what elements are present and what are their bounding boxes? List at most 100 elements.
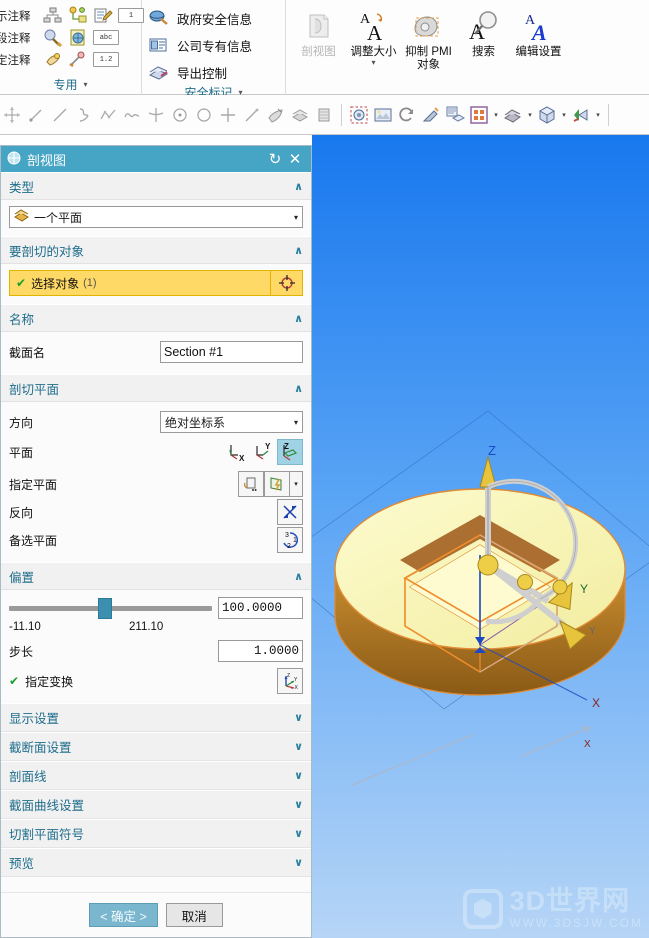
section-header-objects[interactable]: 要剖切的对象 ∧ (1, 236, 311, 264)
section-header-hatch[interactable]: 剖面线 ∨ (1, 761, 311, 790)
datum-plane-icon[interactable] (312, 103, 336, 127)
note-style-box[interactable]: abc (93, 30, 119, 45)
type-combobox[interactable]: 一个平面 ▾ (9, 206, 303, 228)
ribbon-button-suppress-pmi[interactable]: 抑制 PMI 对象 (402, 4, 455, 72)
select-object-target-icon[interactable] (271, 270, 303, 296)
chevron-down-icon[interactable]: ∨ (294, 711, 303, 724)
polyline-icon[interactable] (96, 103, 120, 127)
chevron-down-icon[interactable]: ∨ (294, 740, 303, 753)
chevron-down-icon[interactable]: ▾ (491, 111, 501, 119)
chevron-up-icon[interactable]: ∧ (294, 180, 303, 193)
section-view-icon[interactable] (347, 103, 371, 127)
chevron-up-icon[interactable]: ∧ (294, 244, 303, 257)
image-plane-icon[interactable] (371, 103, 395, 127)
surface-icon[interactable] (288, 103, 312, 127)
ribbon-row[interactable]: 示注释 1 (0, 5, 144, 26)
offset-value-input[interactable]: 100.0000 (218, 597, 303, 619)
slider-knob[interactable] (98, 597, 113, 619)
org-chart-icon[interactable] (43, 6, 63, 25)
select-objects-field[interactable]: ✔ 选择对象 (1) (9, 270, 271, 296)
chevron-up-icon[interactable]: ∧ (294, 382, 303, 395)
shade-style-icon[interactable] (501, 103, 525, 127)
hand-note-icon[interactable] (43, 50, 63, 69)
chevron-down-icon[interactable]: ∨ (294, 827, 303, 840)
section-header-preview[interactable]: 预览 ∨ (1, 848, 311, 877)
chevron-down-icon[interactable]: ▾ (290, 418, 298, 427)
graphics-viewport[interactable]: Z Y X X Y 3D世界网 WWW.3DSJW.COM (312, 135, 649, 938)
edit-curve-icon[interactable] (240, 103, 264, 127)
globe-note-icon[interactable] (68, 28, 88, 47)
chevron-up-icon[interactable]: ∧ (294, 570, 303, 583)
ribbon-button-edit-settings[interactable]: AA 编辑设置 (512, 4, 565, 59)
note-style-box[interactable]: 1.2 (93, 52, 119, 67)
csys-triad-icon[interactable]: ZYX (277, 668, 303, 694)
cross-point-icon[interactable] (216, 103, 240, 127)
chevron-down-icon[interactable]: ▾ (84, 80, 88, 89)
ribbon-group-footer[interactable]: 专用 ▾ (0, 73, 141, 95)
circle-icon[interactable] (192, 103, 216, 127)
section-name-input[interactable]: Section #1 (160, 341, 303, 363)
ribbon-button-search[interactable]: A 搜索 (457, 4, 510, 59)
chevron-down-icon[interactable]: ▾ (525, 111, 535, 119)
plane-x-icon[interactable]: X (225, 439, 251, 465)
view-orientation-icon[interactable] (535, 103, 559, 127)
section-header-cap-settings[interactable]: 截断面设置 ∨ (1, 732, 311, 761)
step-value-input[interactable]: 1.0000 (218, 640, 303, 662)
sketch-icon[interactable] (264, 103, 288, 127)
chevron-down-icon[interactable]: ▾ (290, 471, 303, 497)
specify-transform-row[interactable]: ✔ 指定变换 (9, 673, 277, 690)
chevron-down-icon[interactable]: ∨ (294, 856, 303, 869)
section-header-offset[interactable]: 偏置 ∧ (1, 562, 311, 590)
arc-tangent-icon[interactable] (144, 103, 168, 127)
ribbon-button-resize-text[interactable]: AA 调整大小 ▾ (347, 4, 400, 67)
chevron-up-icon[interactable]: ∧ (294, 312, 303, 325)
chevron-down-icon[interactable]: ∨ (294, 798, 303, 811)
ribbon-row[interactable]: 定注释 1.2 (0, 49, 144, 70)
node-link-icon[interactable] (68, 6, 88, 25)
balloon-icon[interactable] (43, 28, 63, 48)
point-icon[interactable] (24, 103, 48, 127)
section-header-display-settings[interactable]: 显示设置 ∨ (1, 703, 311, 732)
render-style-icon[interactable] (569, 103, 593, 127)
display-grid-icon[interactable] (467, 103, 491, 127)
circle-center-icon[interactable] (168, 103, 192, 127)
note-style-box[interactable]: 1 (118, 8, 144, 23)
direction-combobox[interactable]: 绝对坐标系 ▾ (160, 411, 303, 433)
chevron-down-icon[interactable]: ∨ (294, 769, 303, 782)
line-icon[interactable] (48, 103, 72, 127)
section-header-cut-plane-symbol[interactable]: 切割平面符号 ∨ (1, 819, 311, 848)
ribbon-button-section-view[interactable]: 剖视图 (292, 4, 345, 59)
chevron-down-icon[interactable]: ▾ (371, 59, 375, 67)
close-icon[interactable]: ✕ (285, 150, 305, 168)
offset-slider[interactable] (9, 597, 212, 619)
reset-icon[interactable]: ↻ (265, 150, 285, 168)
chevron-down-icon[interactable]: ▾ (290, 213, 298, 222)
plane-z-icon[interactable]: Z (277, 439, 303, 465)
plane-construct-icon[interactable] (264, 471, 290, 497)
ok-button[interactable]: < 确定 > (89, 903, 158, 927)
ribbon-item-export-control[interactable]: 导出控制 (148, 60, 252, 84)
chevron-down-icon[interactable]: ▾ (559, 111, 569, 119)
ribbon-item-gov-security[interactable]: 政府安全信息 (148, 6, 252, 30)
dialog-title-bar[interactable]: 剖视图 ↻ ✕ (1, 146, 311, 172)
reverse-direction-icon[interactable] (277, 499, 303, 525)
plane-y-icon[interactable]: Y (251, 439, 277, 465)
chevron-down-icon[interactable]: ▾ (593, 111, 603, 119)
ribbon-item-company-proprietary[interactable]: 公司专有信息 (148, 33, 252, 57)
layer-settings-icon[interactable] (443, 103, 467, 127)
section-header-cut-plane[interactable]: 剖切平面 ∧ (1, 374, 311, 402)
paint-object-icon[interactable] (419, 103, 443, 127)
rotate-icon[interactable] (395, 103, 419, 127)
spline-curve-icon[interactable] (72, 103, 96, 127)
section-header-type[interactable]: 类型 ∧ (1, 172, 311, 200)
move-object-icon[interactable] (0, 103, 24, 127)
ribbon-row[interactable]: 段注释 abc (0, 27, 144, 48)
alternate-plane-icon[interactable]: 312 (277, 527, 303, 553)
wave-curve-icon[interactable] (120, 103, 144, 127)
cancel-button[interactable]: 取消 (165, 903, 223, 927)
pin-note-icon[interactable] (68, 50, 88, 69)
note-edit-icon[interactable] (93, 6, 113, 25)
section-header-curve-settings[interactable]: 截面曲线设置 ∨ (1, 790, 311, 819)
section-header-name[interactable]: 名称 ∧ (1, 304, 311, 332)
specify-plane-icon[interactable] (238, 471, 264, 497)
